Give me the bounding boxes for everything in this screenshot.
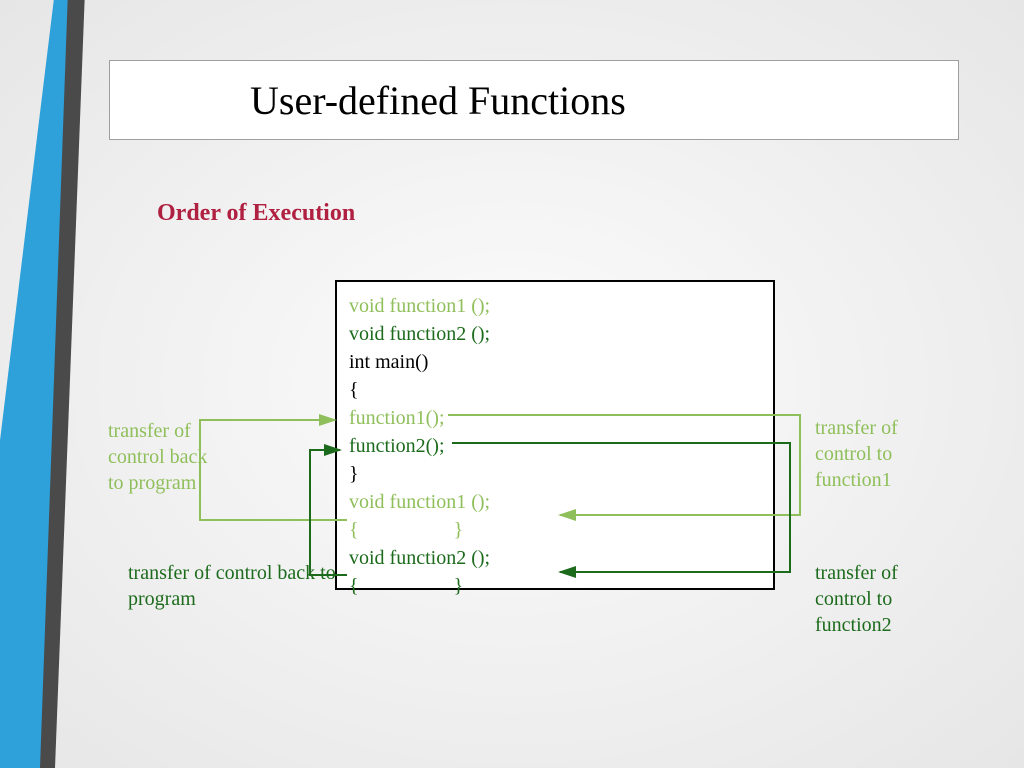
slide-subtitle: Order of Execution xyxy=(157,200,355,227)
code-line: } xyxy=(349,460,761,488)
code-line: void function1 (); xyxy=(349,292,761,320)
label-left-top: transfer of control back to program xyxy=(108,418,218,496)
code-line: void function2 (); xyxy=(349,544,761,572)
code-line: void function2 (); xyxy=(349,320,761,348)
code-line: int main() xyxy=(349,348,761,376)
code-line: { } xyxy=(349,516,761,544)
label-right-bottom: transfer of control to function2 xyxy=(815,560,935,638)
code-box: void function1 (); void function2 (); in… xyxy=(335,280,775,590)
label-right-top: transfer of control to function1 xyxy=(815,415,935,493)
title-box: User-defined Functions xyxy=(109,60,959,140)
code-line: function1(); xyxy=(349,404,761,432)
code-line: { } xyxy=(349,572,761,600)
label-left-bottom: transfer of control back to program xyxy=(128,560,338,612)
code-line: function2(); xyxy=(349,432,761,460)
code-line: { xyxy=(349,376,761,404)
slide-title: User-defined Functions xyxy=(250,77,626,124)
code-line: void function1 (); xyxy=(349,488,761,516)
